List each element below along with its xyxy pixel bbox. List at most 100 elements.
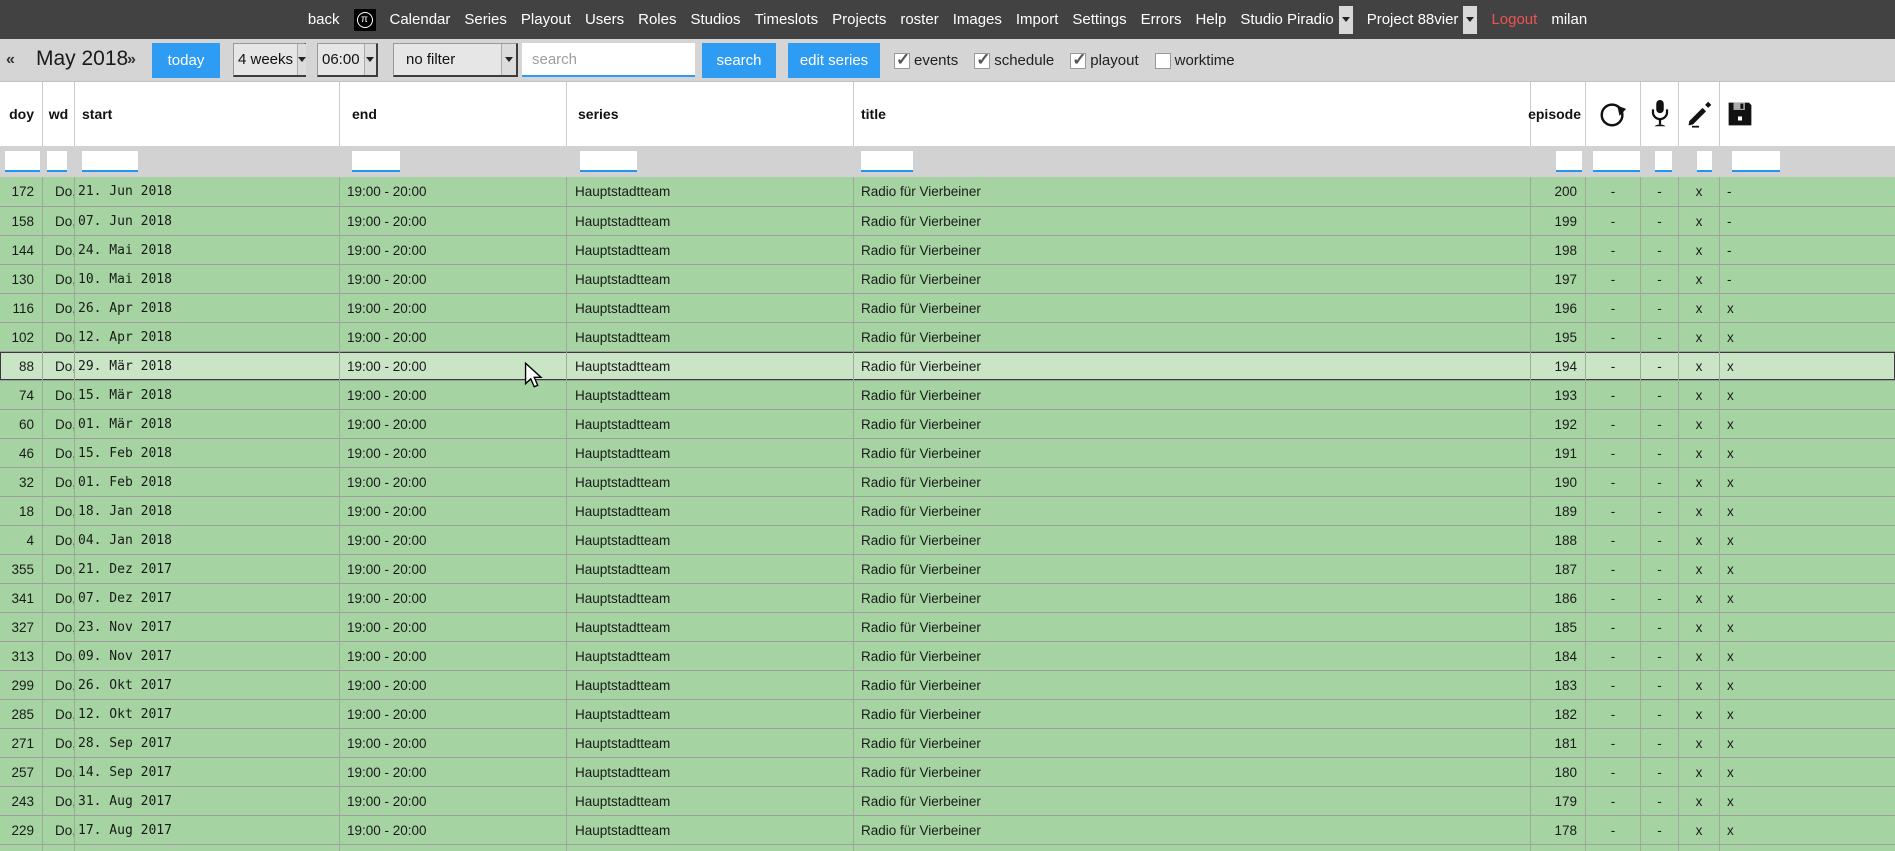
episode-row[interactable]: 32 Do, 01. Feb 2018 19:00 - 20:00 Haupts… [0, 467, 1895, 496]
cell-title: Radio für Vierbeiner [854, 352, 1531, 380]
filter-repeat-input[interactable] [1593, 151, 1640, 172]
checkbox-label: worktime [1175, 52, 1235, 69]
time-select[interactable]: 06:00 [317, 43, 378, 77]
episode-row[interactable]: 60 Do, 01. Mär 2018 19:00 - 20:00 Haupts… [0, 409, 1895, 438]
episode-row[interactable]: 341 Do, 07. Dez 2017 19:00 - 20:00 Haupt… [0, 583, 1895, 612]
cell-wd: Do, [43, 352, 75, 380]
filter-doy-input[interactable] [5, 151, 40, 172]
cell-time-range: 19:00 - 20:00 [340, 787, 567, 815]
cell-title: Radio für Vierbeiner [854, 236, 1531, 264]
col-header-end[interactable]: end [340, 82, 567, 146]
cell-episode: 194 [1531, 352, 1586, 380]
project-select[interactable]: Project 88vier [1367, 6, 1478, 34]
nav-projects[interactable]: Projects [832, 11, 886, 28]
episode-row[interactable]: 355 Do, 21. Dez 2017 19:00 - 20:00 Haupt… [0, 554, 1895, 583]
cell-repeat-flag: - [1586, 642, 1641, 670]
nav-users[interactable]: Users [585, 11, 624, 28]
checkbox-icon[interactable] [974, 53, 990, 69]
chevron-down-icon[interactable] [1339, 6, 1353, 34]
nav-errors[interactable]: Errors [1141, 11, 1182, 28]
edit-series-button[interactable]: edit series [788, 43, 880, 78]
col-header-title[interactable]: title [854, 82, 1531, 146]
next-month-button[interactable]: » [127, 51, 136, 69]
cell-live-flag: - [1641, 555, 1679, 583]
nav-import[interactable]: Import [1016, 11, 1059, 28]
col-header-wd[interactable]: wd [43, 82, 75, 146]
episode-row[interactable]: 46 Do, 15. Feb 2018 19:00 - 20:00 Haupts… [0, 438, 1895, 467]
episode-row[interactable]: 18 Do, 18. Jan 2018 19:00 - 20:00 Haupts… [0, 496, 1895, 525]
nav-images[interactable]: Images [953, 11, 1002, 28]
cell-series: Hauptstadtteam [567, 671, 854, 699]
nav-timeslots[interactable]: Timeslots [755, 11, 819, 28]
filter-title-input[interactable] [861, 151, 913, 172]
episode-row[interactable]: 144 Do, 24. Mai 2018 19:00 - 20:00 Haupt… [0, 235, 1895, 264]
filter-episode-input[interactable] [1556, 151, 1582, 172]
episode-row[interactable]: 243 Do, 31. Aug 2017 19:00 - 20:00 Haupt… [0, 786, 1895, 815]
cell-archived-flag: x [1720, 700, 1895, 728]
nav-roster[interactable]: roster [900, 11, 938, 28]
col-header-repeat[interactable] [1586, 82, 1641, 146]
col-header-doy[interactable]: doy [0, 82, 43, 146]
nav-series[interactable]: Series [464, 11, 507, 28]
cell-series: Hauptstadtteam [567, 584, 854, 612]
filter-series-input[interactable] [580, 151, 637, 172]
episode-row[interactable]: 172 Do, 21. Jun 2018 19:00 - 20:00 Haupt… [0, 177, 1895, 206]
episode-row[interactable]: 102 Do, 12. Apr 2018 19:00 - 20:00 Haupt… [0, 322, 1895, 351]
filter-preproduced-input[interactable] [1697, 151, 1712, 172]
episode-row[interactable]: 88 Do, 29. Mär 2018 19:00 - 20:00 Haupts… [0, 351, 1895, 380]
nav-calendar[interactable]: Calendar [390, 11, 451, 28]
playout-checkbox[interactable]: playout [1070, 52, 1138, 69]
worktime-checkbox[interactable]: worktime [1155, 52, 1235, 69]
search-input[interactable] [522, 43, 695, 77]
today-button[interactable]: today [152, 43, 220, 78]
col-header-series[interactable]: series [567, 82, 854, 146]
col-header-live[interactable] [1641, 82, 1679, 146]
nav-roles[interactable]: Roles [638, 11, 676, 28]
cell-preproduced-flag: x [1679, 207, 1720, 235]
episode-row[interactable] [0, 844, 1895, 851]
cell-start-date: 17. Aug 2017 [75, 816, 340, 844]
filter-archived-input[interactable] [1732, 151, 1780, 172]
search-button[interactable]: search [702, 43, 776, 78]
episode-row[interactable]: 285 Do, 12. Okt 2017 19:00 - 20:00 Haupt… [0, 699, 1895, 728]
schedule-checkbox[interactable]: schedule [974, 52, 1054, 69]
chevron-down-icon[interactable] [1463, 6, 1477, 34]
episode-row[interactable]: 74 Do, 15. Mär 2018 19:00 - 20:00 Haupts… [0, 380, 1895, 409]
nav-back[interactable]: back [308, 11, 340, 28]
studio-select[interactable]: Studio Piradio [1240, 6, 1352, 34]
cell-doy: 158 [0, 207, 43, 235]
filter-wd-input[interactable] [47, 151, 67, 172]
episode-row[interactable]: 158 Do, 07. Jun 2018 19:00 - 20:00 Haupt… [0, 206, 1895, 235]
checkbox-icon[interactable] [1070, 53, 1086, 69]
episode-row[interactable]: 327 Do, 23. Nov 2017 19:00 - 20:00 Haupt… [0, 612, 1895, 641]
episode-row[interactable]: 271 Do, 28. Sep 2017 19:00 - 20:00 Haupt… [0, 728, 1895, 757]
episode-row[interactable]: 130 Do, 10. Mai 2018 19:00 - 20:00 Haupt… [0, 264, 1895, 293]
col-header-start[interactable]: start [75, 82, 340, 146]
checkbox-icon[interactable] [894, 53, 910, 69]
episode-row[interactable]: 299 Do, 26. Okt 2017 19:00 - 20:00 Haupt… [0, 670, 1895, 699]
col-header-preproduced[interactable] [1679, 82, 1720, 146]
episode-row[interactable]: 116 Do, 26. Apr 2018 19:00 - 20:00 Haupt… [0, 293, 1895, 322]
checkbox-icon[interactable] [1155, 53, 1171, 69]
range-select[interactable]: 4 weeks [233, 43, 306, 77]
cell-repeat-flag: - [1586, 729, 1641, 757]
episode-row[interactable]: 229 Do, 17. Aug 2017 19:00 - 20:00 Haupt… [0, 815, 1895, 844]
nav-studios[interactable]: Studios [690, 11, 740, 28]
filter-select[interactable]: no filter [393, 43, 518, 77]
nav-settings[interactable]: Settings [1072, 11, 1126, 28]
events-checkbox[interactable]: events [894, 52, 958, 69]
filter-end-input[interactable] [352, 151, 400, 172]
col-header-archived[interactable] [1720, 82, 1895, 146]
prev-month-button[interactable]: « [6, 51, 15, 69]
cell-repeat-flag: - [1586, 816, 1641, 844]
episode-row[interactable]: 4 Do, 04. Jan 2018 19:00 - 20:00 Hauptst… [0, 525, 1895, 554]
logout-link[interactable]: Logout [1491, 11, 1537, 28]
episode-row[interactable]: 257 Do, 14. Sep 2017 19:00 - 20:00 Haupt… [0, 757, 1895, 786]
nav-help[interactable]: Help [1195, 11, 1226, 28]
cell-archived-flag: x [1720, 671, 1895, 699]
filter-start-input[interactable] [82, 151, 138, 172]
episode-row[interactable]: 313 Do, 09. Nov 2017 19:00 - 20:00 Haupt… [0, 641, 1895, 670]
nav-playout[interactable]: Playout [521, 11, 571, 28]
filter-live-input[interactable] [1655, 151, 1672, 172]
col-header-episode[interactable]: episode [1531, 82, 1586, 146]
